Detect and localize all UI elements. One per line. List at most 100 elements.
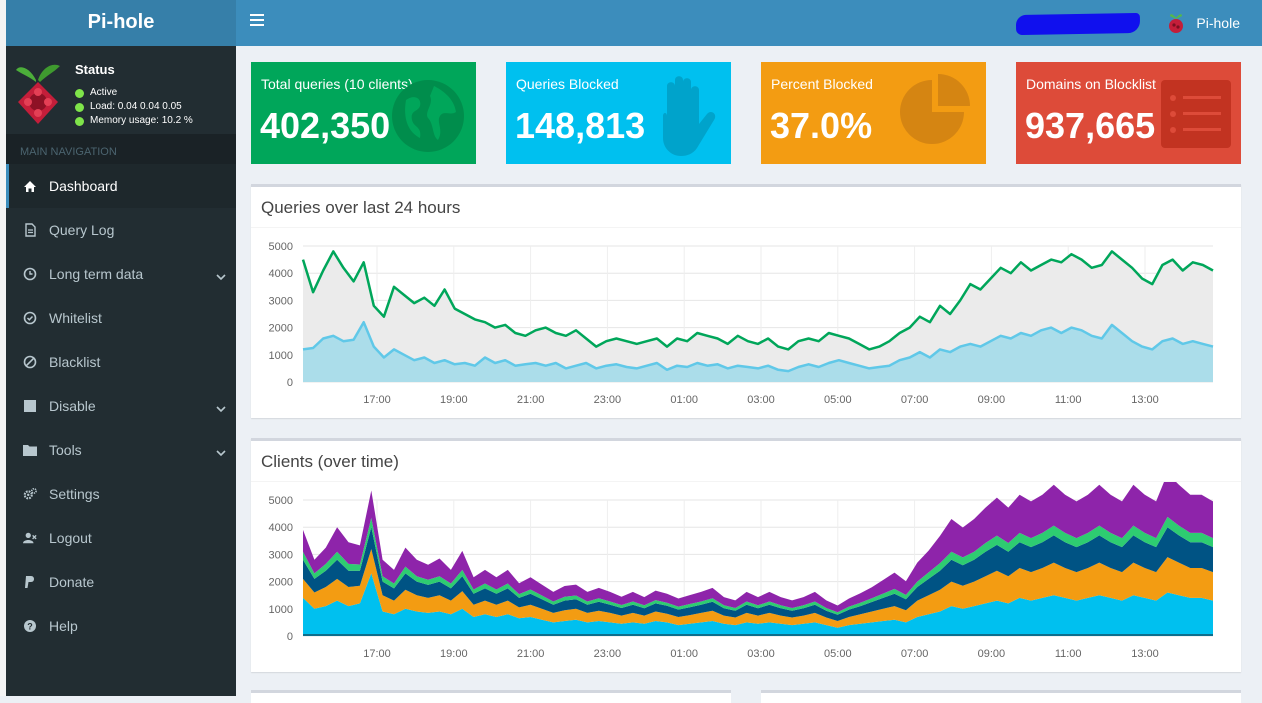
sidebar-item-help[interactable]: ? Help bbox=[6, 604, 236, 648]
queries-chart-box: Queries over last 24 hours 0 1000 2000 3000… bbox=[251, 184, 1241, 418]
stat-value: 148,813 bbox=[515, 105, 646, 146]
x-tick-label: 21:00 bbox=[517, 648, 545, 660]
sidebar-item-label: Blacklist bbox=[49, 354, 101, 370]
clients-over-time-chart[interactable]: 0 1000 2000 3000 4000 5000 17:00 19:00 21:00 23:0… bbox=[251, 482, 1241, 672]
y-tick-label: 5000 bbox=[269, 495, 293, 507]
y-tick-label: 0 bbox=[287, 377, 293, 389]
chart-title: Clients (over time) bbox=[261, 452, 399, 471]
raspberry-icon bbox=[1169, 14, 1184, 33]
sidebar-item-label: Long term data bbox=[49, 266, 144, 282]
ban-icon bbox=[23, 355, 37, 369]
x-tick-label: 11:00 bbox=[1055, 394, 1082, 406]
sidebar-item-tools[interactable]: Tools bbox=[6, 428, 236, 472]
nav-header: MAIN NAVIGATION bbox=[6, 134, 236, 164]
x-tick-label: 01:00 bbox=[670, 394, 698, 406]
sidebar-item-blacklist[interactable]: Blacklist bbox=[6, 340, 236, 384]
gears-icon bbox=[23, 487, 37, 501]
sidebar-item-label: Query Log bbox=[49, 222, 115, 238]
sidebar-item-label: Whitelist bbox=[49, 310, 102, 326]
box-header: Clients (over time) bbox=[251, 441, 1241, 482]
check-circle-icon bbox=[23, 311, 37, 325]
home-icon bbox=[23, 180, 37, 193]
sidebar-item-label: Settings bbox=[49, 486, 100, 502]
x-tick-label: 17:00 bbox=[363, 394, 391, 406]
stat-domains-blocklist: Domains on Blocklist 937,665 bbox=[1016, 62, 1241, 164]
y-tick-label: 4000 bbox=[269, 522, 293, 534]
file-icon bbox=[23, 223, 37, 237]
stat-queries-blocked: Queries Blocked 148,813 bbox=[506, 62, 731, 164]
y-tick-label: 5000 bbox=[269, 241, 293, 253]
chevron-down-icon bbox=[216, 400, 226, 416]
x-tick-label: 09:00 bbox=[978, 648, 1006, 660]
user-name: Pi-hole bbox=[1196, 15, 1240, 31]
stat-total-queries: Total queries (10 clients) 402,350 bbox=[251, 62, 476, 164]
y-tick-label: 1000 bbox=[269, 604, 293, 616]
stat-label: Domains on Blocklist bbox=[1026, 76, 1156, 92]
sidebar-item-label: Help bbox=[49, 618, 78, 634]
x-tick-label: 23:00 bbox=[594, 394, 622, 406]
stat-value: 402,350 bbox=[260, 105, 391, 146]
x-tick-label: 07:00 bbox=[901, 648, 929, 660]
status-memory: Memory usage: 10.2 % bbox=[90, 115, 193, 126]
sidebar: Status Active Load: 0.04 0.04 0.05 Memor… bbox=[6, 46, 236, 696]
redacted-hostname bbox=[1015, 12, 1141, 36]
user-menu[interactable]: Pi-hole bbox=[1166, 0, 1240, 46]
sidebar-item-dashboard[interactable]: Dashboard bbox=[6, 164, 236, 208]
sidebar-item-label: Dashboard bbox=[49, 178, 118, 194]
pie-chart-icon bbox=[900, 74, 970, 144]
status-panel: Status Active Load: 0.04 0.04 0.05 Memor… bbox=[6, 46, 236, 134]
question-circle-icon: ? bbox=[23, 619, 37, 633]
y-tick-label: 2000 bbox=[269, 577, 293, 589]
sidebar-item-label: Logout bbox=[49, 530, 92, 546]
user-times-icon bbox=[23, 531, 37, 545]
top-navbar: Pi-hole bbox=[236, 0, 1262, 46]
stat-value: 937,665 bbox=[1025, 105, 1156, 146]
clients-chart-box: Clients (over time) 0 1000 2000 3000 4000 500… bbox=[251, 438, 1241, 672]
queries-over-time-chart[interactable]: 0 1000 2000 3000 4000 5000 17:00 19:00 21:00 23:0… bbox=[251, 228, 1241, 418]
x-tick-label: 11:00 bbox=[1055, 648, 1082, 660]
status-load: Load: 0.04 0.04 0.05 bbox=[90, 101, 182, 112]
sidebar-item-settings[interactable]: Settings bbox=[6, 472, 236, 516]
status-active: Active bbox=[90, 87, 118, 98]
sidebar-item-logout[interactable]: Logout bbox=[6, 516, 236, 560]
y-tick-label: 3000 bbox=[269, 295, 293, 307]
sidebar-item-label: Donate bbox=[49, 574, 95, 590]
status-title: Status bbox=[75, 62, 115, 77]
app-logo-title[interactable]: Pi-hole bbox=[6, 0, 236, 46]
globe-icon bbox=[392, 80, 464, 152]
stop-icon bbox=[23, 400, 37, 412]
x-tick-label: 05:00 bbox=[824, 648, 852, 660]
sidebar-item-whitelist[interactable]: Whitelist bbox=[6, 296, 236, 340]
sidebar-item-query-log[interactable]: Query Log bbox=[6, 208, 236, 252]
x-tick-label: 19:00 bbox=[440, 394, 468, 406]
x-tick-label: 19:00 bbox=[440, 648, 468, 660]
x-tick-label: 13:00 bbox=[1131, 394, 1159, 406]
sidebar-item-donate[interactable]: Donate bbox=[6, 560, 236, 604]
list-icon bbox=[1161, 80, 1231, 148]
chart-title: Queries over last 24 hours bbox=[261, 198, 461, 217]
y-tick-label: 0 bbox=[287, 631, 293, 643]
sidebar-toggle-icon[interactable] bbox=[250, 14, 264, 28]
x-tick-label: 13:00 bbox=[1131, 648, 1159, 660]
sidebar-item-disable[interactable]: Disable bbox=[6, 384, 236, 428]
y-tick-label: 1000 bbox=[269, 350, 293, 362]
sidebar-item-label: Disable bbox=[49, 398, 96, 414]
chevron-down-icon bbox=[216, 268, 226, 284]
stat-percent-blocked: Percent Blocked 37.0% bbox=[761, 62, 986, 164]
x-tick-label: 03:00 bbox=[747, 394, 775, 406]
bottom-box-right bbox=[761, 690, 1241, 703]
stat-label: Queries Blocked bbox=[516, 76, 619, 92]
x-tick-label: 05:00 bbox=[824, 394, 852, 406]
hand-icon bbox=[663, 76, 716, 156]
x-tick-label: 03:00 bbox=[747, 648, 775, 660]
x-tick-label: 01:00 bbox=[670, 648, 698, 660]
box-header: Queries over last 24 hours bbox=[251, 187, 1241, 228]
x-tick-label: 07:00 bbox=[901, 394, 929, 406]
x-tick-label: 23:00 bbox=[594, 648, 622, 660]
status-lines: Active Load: 0.04 0.04 0.05 Memory usage… bbox=[75, 86, 193, 128]
chevron-down-icon bbox=[216, 444, 226, 460]
sidebar-item-long-term-data[interactable]: Long term data bbox=[6, 252, 236, 296]
x-tick-label: 17:00 bbox=[363, 648, 391, 660]
bottom-box-left bbox=[251, 690, 731, 703]
stat-label: Percent Blocked bbox=[771, 76, 873, 92]
